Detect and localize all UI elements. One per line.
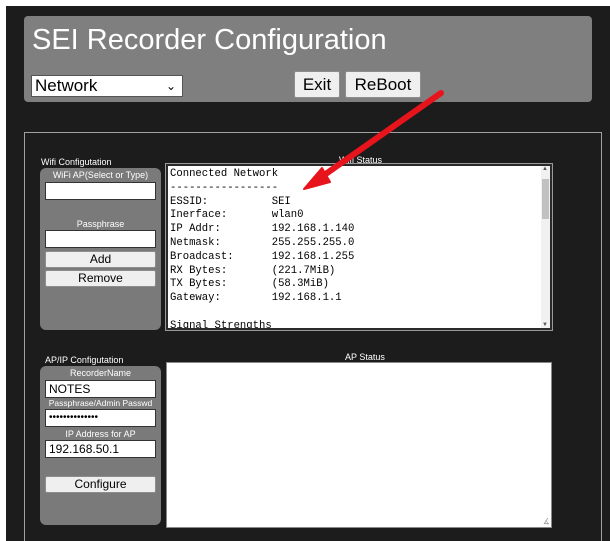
scroll-down-icon[interactable]: ▼ [542, 322, 548, 328]
scroll-up-icon[interactable]: ▲ [542, 166, 548, 172]
exit-button[interactable]: Exit [294, 71, 340, 98]
configure-button[interactable]: Configure [45, 476, 156, 493]
recorder-name-input[interactable]: NOTES [45, 380, 156, 398]
ip-address-input[interactable]: 192.168.50.1 [45, 440, 156, 458]
passphrase-input[interactable] [45, 230, 156, 248]
page-title: SEI Recorder Configuration [32, 24, 387, 56]
ap-status-heading: AP Status [345, 352, 385, 362]
admin-password-input[interactable]: •••••••••••••• [45, 409, 156, 427]
admin-password-label: Passphrase/Admin Passwd [48, 398, 153, 408]
wifi-config-panel: WiFi AP(Select or Type) Passphrase Add R… [40, 168, 161, 330]
ap-config-heading: AP/IP Configutation [45, 355, 124, 365]
reboot-button[interactable]: ReBoot [345, 71, 421, 98]
recorder-name-label: RecorderName [69, 368, 132, 378]
ip-address-label: IP Address for AP [65, 429, 136, 439]
add-button[interactable]: Add [45, 251, 156, 268]
wifi-config-heading: Wifi Configutation [41, 157, 112, 167]
wifi-status-text: Connected Network ----------------- ESSI… [170, 168, 355, 330]
wifi-status-scrollbar[interactable]: ▲ ▼ [541, 166, 550, 328]
main-panel: Wifi Configutation WiFi AP(Select or Typ… [24, 132, 602, 541]
mode-select-value: Network [35, 76, 98, 95]
wifi-ap-label: WiFi AP(Select or Type) [52, 170, 149, 180]
resize-grip-icon[interactable]: ∡ [543, 517, 550, 526]
scroll-thumb[interactable] [542, 179, 549, 219]
ap-config-panel: RecorderName NOTES Passphrase/Admin Pass… [40, 366, 161, 525]
passphrase-label: Passphrase [76, 219, 125, 229]
wifi-status-box[interactable]: Connected Network ----------------- ESSI… [165, 163, 553, 331]
config-page: SEI Recorder Configuration Network ⌄ Exi… [6, 6, 610, 541]
wifi-ap-input[interactable] [45, 182, 156, 200]
header-bar: SEI Recorder Configuration Network ⌄ Exi… [24, 16, 592, 102]
remove-button[interactable]: Remove [45, 270, 156, 287]
ap-status-box[interactable]: ∡ [166, 362, 552, 528]
chevron-down-icon: ⌄ [165, 79, 176, 93]
mode-select[interactable]: Network ⌄ [31, 75, 183, 97]
